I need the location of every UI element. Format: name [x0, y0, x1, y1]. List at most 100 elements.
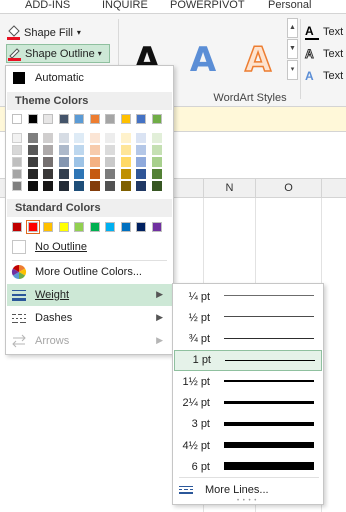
theme-shade-swatch[interactable] — [43, 157, 53, 167]
theme-shade-swatch[interactable] — [74, 145, 84, 155]
theme-color-swatch[interactable] — [58, 114, 69, 124]
tab-inquire[interactable]: INQUIRE — [102, 0, 148, 13]
theme-shade-swatch[interactable] — [58, 145, 69, 155]
more-lines-item[interactable]: More Lines... — [174, 480, 322, 500]
theme-shade-swatch[interactable] — [74, 169, 84, 179]
theme-color-swatch[interactable] — [27, 114, 38, 124]
theme-shade-swatch[interactable] — [43, 145, 53, 155]
weight-option[interactable]: 2¼ pt — [174, 393, 322, 414]
theme-color-swatch[interactable] — [74, 114, 84, 124]
arrows-item[interactable]: Arrows ▶ — [7, 330, 172, 352]
theme-shade-swatch[interactable] — [12, 157, 22, 167]
theme-shade-swatch[interactable] — [151, 181, 162, 191]
theme-color-swatch[interactable] — [151, 114, 162, 124]
theme-color-swatch[interactable] — [43, 114, 53, 124]
theme-shade-swatch[interactable] — [151, 145, 162, 155]
theme-shade-swatch[interactable] — [74, 157, 84, 167]
theme-shade-swatch[interactable] — [105, 145, 115, 155]
theme-shade-swatch[interactable] — [43, 133, 53, 143]
weight-option[interactable]: 1 pt — [174, 349, 322, 371]
weight-option[interactable]: 3 pt — [174, 414, 322, 435]
theme-color-swatch[interactable] — [12, 114, 22, 124]
theme-shade-swatch[interactable] — [89, 169, 100, 179]
theme-shade-swatch[interactable] — [151, 133, 162, 143]
resize-grip[interactable]: • • • • — [237, 498, 257, 504]
shape-outline-button[interactable]: Shape Outline ▾ — [6, 44, 110, 63]
standard-color-swatch[interactable] — [105, 222, 115, 232]
theme-shade-swatch[interactable] — [27, 181, 38, 191]
theme-shade-swatch[interactable] — [27, 169, 38, 179]
theme-shade-swatch[interactable] — [136, 157, 146, 167]
weight-item[interactable]: Weight ▶ — [7, 284, 172, 306]
column-header-n[interactable]: N — [203, 179, 255, 197]
theme-shade-swatch[interactable] — [58, 157, 69, 167]
standard-color-swatch[interactable] — [151, 222, 162, 232]
theme-shade-swatch[interactable] — [120, 181, 131, 191]
tab-personal[interactable]: Personal — [268, 0, 311, 13]
column-header-o[interactable]: O — [255, 179, 321, 197]
wordart-style-orange-outline[interactable]: A — [238, 39, 278, 81]
standard-color-swatch[interactable] — [58, 222, 69, 232]
theme-shade-swatch[interactable] — [105, 181, 115, 191]
theme-shade-swatch[interactable] — [136, 181, 146, 191]
theme-shade-swatch[interactable] — [12, 133, 22, 143]
weight-option[interactable]: 4½ pt — [174, 435, 322, 456]
gallery-scroll-down[interactable]: ▼ — [287, 39, 298, 59]
theme-shade-swatch[interactable] — [151, 169, 162, 179]
theme-shade-swatch[interactable] — [43, 169, 53, 179]
theme-shade-swatch[interactable] — [43, 181, 53, 191]
standard-color-swatch[interactable] — [89, 222, 100, 232]
theme-shade-swatch[interactable] — [105, 169, 115, 179]
theme-shade-swatch[interactable] — [136, 133, 146, 143]
gallery-expand[interactable]: ▾ — [287, 60, 298, 80]
standard-color-swatch[interactable] — [12, 222, 22, 232]
theme-color-swatch[interactable] — [89, 114, 100, 124]
theme-shade-swatch[interactable] — [136, 169, 146, 179]
text-fill-button[interactable]: A Text — [305, 22, 343, 42]
theme-shade-swatch[interactable] — [105, 133, 115, 143]
column-header-p[interactable] — [321, 179, 346, 197]
theme-color-swatch[interactable] — [105, 114, 115, 124]
standard-color-swatch[interactable] — [25, 220, 40, 234]
theme-shade-swatch[interactable] — [12, 169, 22, 179]
theme-shade-swatch[interactable] — [12, 181, 22, 191]
theme-shade-swatch[interactable] — [89, 181, 100, 191]
wordart-style-blue[interactable]: A — [183, 40, 223, 80]
theme-shade-swatch[interactable] — [136, 145, 146, 155]
theme-shade-swatch[interactable] — [74, 133, 84, 143]
theme-shade-swatch[interactable] — [120, 145, 131, 155]
theme-shade-swatch[interactable] — [120, 157, 131, 167]
theme-shade-swatch[interactable] — [120, 169, 131, 179]
weight-option[interactable]: ½ pt — [174, 307, 322, 328]
theme-shade-swatch[interactable] — [27, 157, 38, 167]
standard-color-swatch[interactable] — [136, 222, 146, 232]
theme-shade-swatch[interactable] — [27, 145, 38, 155]
theme-shade-swatch[interactable] — [58, 133, 69, 143]
more-outline-colors-item[interactable]: More Outline Colors... — [7, 261, 172, 283]
weight-option[interactable]: 1½ pt — [174, 371, 322, 392]
theme-shade-swatch[interactable] — [74, 181, 84, 191]
tab-powerpivot[interactable]: POWERPIVOT — [170, 0, 245, 13]
theme-shade-swatch[interactable] — [58, 181, 69, 191]
theme-shade-swatch[interactable] — [58, 169, 69, 179]
weight-option[interactable]: ¼ pt — [174, 286, 322, 307]
theme-shade-swatch[interactable] — [89, 145, 100, 155]
text-effects-button[interactable]: A Text — [305, 66, 343, 86]
theme-shade-swatch[interactable] — [89, 133, 100, 143]
tab-add-ins[interactable]: ADD-INS — [25, 0, 70, 13]
shape-fill-button[interactable]: Shape Fill ▾ — [6, 23, 106, 42]
no-outline-item[interactable]: No Outline — [7, 236, 172, 258]
gallery-scroll-up[interactable]: ▲ — [287, 18, 298, 38]
theme-shade-swatch[interactable] — [105, 157, 115, 167]
theme-shade-swatch[interactable] — [27, 133, 38, 143]
dashes-item[interactable]: Dashes ▶ — [7, 307, 172, 329]
theme-shade-swatch[interactable] — [120, 133, 131, 143]
standard-color-swatch[interactable] — [43, 222, 53, 232]
standard-color-swatch[interactable] — [120, 222, 131, 232]
automatic-color-item[interactable]: Automatic — [7, 67, 172, 89]
theme-color-swatch[interactable] — [136, 114, 146, 124]
weight-option[interactable]: ¾ pt — [174, 329, 322, 350]
theme-shade-swatch[interactable] — [12, 145, 22, 155]
weight-option[interactable]: 6 pt — [174, 456, 322, 477]
text-outline-button[interactable]: A Text — [305, 44, 344, 64]
